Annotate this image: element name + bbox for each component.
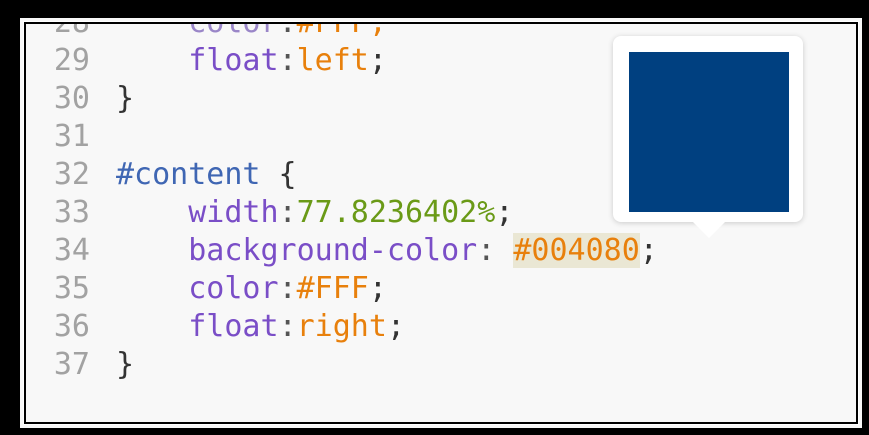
line-number: 28	[53, 22, 90, 40]
color-preview-popover	[613, 36, 803, 238]
color-value-highlight: #004080	[513, 233, 640, 268]
code-token: width	[188, 195, 279, 230]
code-token: :	[278, 309, 297, 344]
code-line[interactable]: 35 color:#FFF;	[26, 270, 658, 308]
code-token: 77.8236402%	[296, 195, 496, 230]
code-token: ;	[386, 309, 405, 344]
code-token: #content	[116, 157, 261, 192]
code-token: float	[188, 43, 279, 78]
code-token: ;	[368, 271, 387, 306]
code-line[interactable]: 31	[26, 118, 658, 156]
code-token: color	[188, 271, 279, 306]
line-number: 36	[53, 309, 90, 344]
line-number: 33	[53, 195, 90, 230]
line-number: 31	[53, 119, 90, 154]
code-token: #FFF	[296, 271, 369, 306]
code-token: :	[278, 271, 297, 306]
code-token: :	[278, 195, 297, 230]
code-line[interactable]: 36 float:right;	[26, 308, 658, 346]
code-token: float	[188, 309, 279, 344]
code-token: right	[296, 309, 387, 344]
code-line[interactable]: 29 float:left;	[26, 42, 658, 80]
line-number: 37	[53, 347, 90, 382]
code-lines[interactable]: 28 color:#FFF; 29 float:left; 30} 31 32 #cont…	[26, 22, 658, 384]
code-token: ;	[368, 43, 387, 78]
code-line[interactable]: 34 background-color: #004080;	[26, 232, 658, 270]
code-token: }	[116, 347, 135, 382]
code-line[interactable]: 30}	[26, 80, 658, 118]
code-token: {	[260, 157, 297, 192]
code-editor[interactable]: 28 color:#FFF; 29 float:left; 30} 31 32 #cont…	[20, 18, 862, 428]
line-number: 35	[53, 271, 90, 306]
code-token: #FFF;	[296, 22, 387, 40]
line-number: 29	[53, 43, 90, 78]
code-editor-viewport[interactable]: 28 color:#FFF; 29 float:left; 30} 31 32 #cont…	[24, 22, 858, 424]
code-line[interactable]: 37}	[26, 346, 658, 384]
code-line[interactable]: 33 width:77.8236402%;	[26, 194, 658, 232]
code-token: :	[278, 43, 297, 78]
code-token: background-color	[188, 233, 478, 268]
code-line[interactable]: 32 #content {	[26, 156, 658, 194]
screenshot-frame: 28 color:#FFF; 29 float:left; 30} 31 32 #cont…	[0, 0, 869, 435]
line-number: 34	[53, 233, 90, 268]
popover-arrow	[693, 222, 725, 238]
line-number: 32	[53, 157, 90, 192]
code-token: ;	[639, 233, 658, 268]
code-token: color	[188, 22, 279, 40]
code-token: ;	[495, 195, 514, 230]
code-token: :	[278, 22, 297, 40]
line-number: 30	[53, 81, 90, 116]
code-token: }	[116, 81, 135, 116]
code-line[interactable]: 28 color:#FFF;	[26, 22, 658, 42]
code-token: left	[296, 43, 369, 78]
code-token: :	[477, 233, 514, 268]
color-swatch	[629, 52, 789, 212]
